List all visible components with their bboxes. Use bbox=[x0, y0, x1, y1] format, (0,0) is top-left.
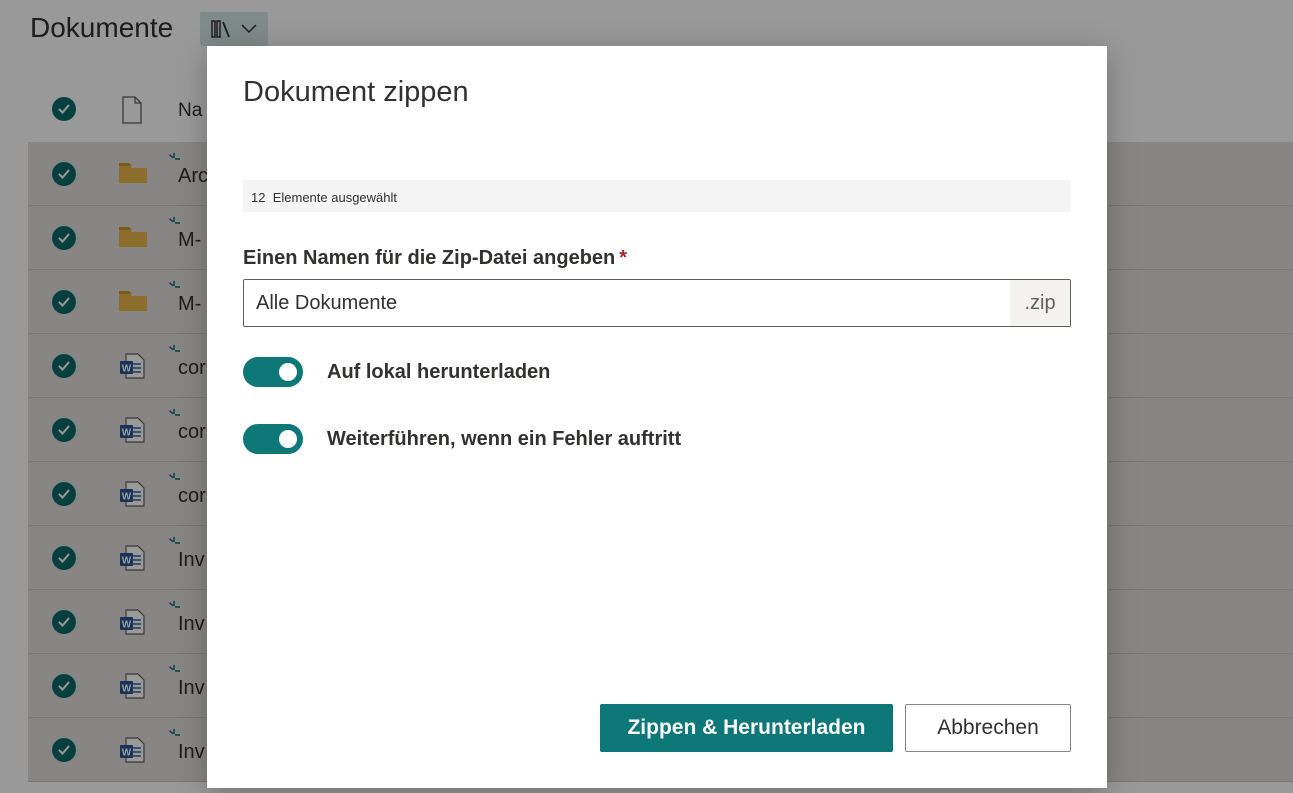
toggle-row-continue: Weiterführen, wenn ein Fehler auftritt bbox=[243, 424, 681, 454]
zip-extension-suffix: .zip bbox=[1010, 280, 1070, 326]
continue-on-error-toggle[interactable] bbox=[243, 424, 303, 454]
download-locally-toggle[interactable] bbox=[243, 357, 303, 387]
zip-name-input[interactable] bbox=[244, 280, 1010, 326]
cancel-button[interactable]: Abbrechen bbox=[905, 704, 1071, 752]
selection-count: 12 bbox=[251, 190, 266, 205]
dialog-title: Dokument zippen bbox=[243, 76, 469, 108]
zip-name-label: Einen Namen für die Zip-Datei angeben * bbox=[243, 247, 627, 270]
toggle-row-download: Auf lokal herunterladen bbox=[243, 357, 550, 387]
selection-info: 12 Elemente ausgewählt bbox=[243, 180, 1071, 212]
zip-and-download-button[interactable]: Zippen & Herunterladen bbox=[600, 704, 893, 752]
zip-dialog: Dokument zippen 12 Elemente ausgewählt E… bbox=[207, 46, 1107, 788]
download-locally-label: Auf lokal herunterladen bbox=[327, 360, 551, 383]
toggle-knob bbox=[279, 430, 297, 448]
required-mark: * bbox=[619, 247, 628, 269]
zip-name-field: .zip bbox=[243, 279, 1071, 327]
selection-text: Elemente ausgewählt bbox=[272, 190, 398, 205]
zip-name-label-text: Einen Namen für die Zip-Datei angeben bbox=[243, 247, 616, 269]
continue-on-error-label: Weiterführen, wenn ein Fehler auftritt bbox=[327, 427, 682, 450]
toggle-knob bbox=[279, 363, 297, 381]
